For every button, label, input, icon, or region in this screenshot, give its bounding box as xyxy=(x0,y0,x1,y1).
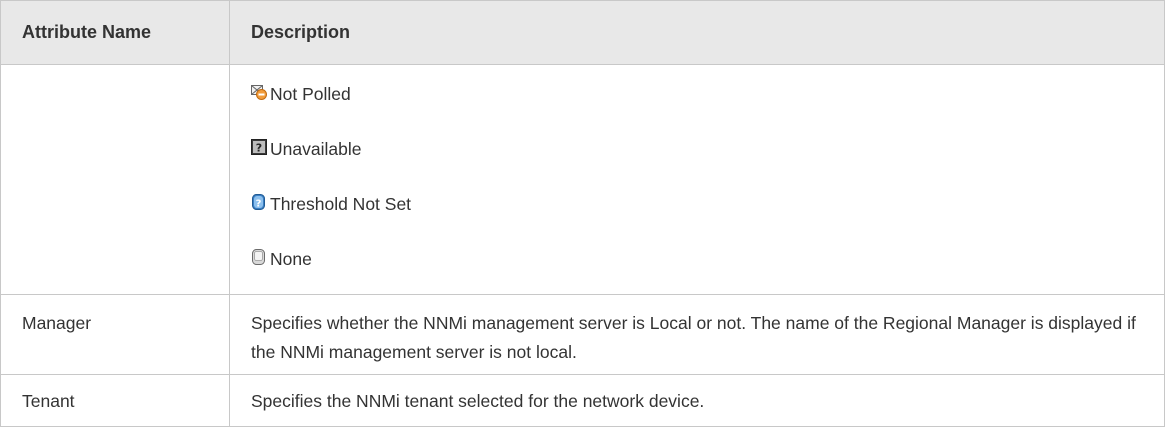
threshold-not-set-icon: ? xyxy=(251,193,267,210)
description-cell: Not Polled ? Unavailable ? Threshold Not… xyxy=(229,64,1165,295)
attributes-table: Attribute Name Description Not Polled ? … xyxy=(0,0,1165,427)
attribute-name-cell: Manager xyxy=(0,294,230,375)
svg-text:?: ? xyxy=(256,141,262,154)
description-cell: Specifies whether the NNMi management se… xyxy=(229,294,1165,375)
status-item-none: None xyxy=(251,245,1164,274)
column-header-description: Description xyxy=(229,0,1165,65)
table-header-row: Attribute Name Description xyxy=(0,0,1165,65)
status-item-label: None xyxy=(270,249,312,269)
attribute-name-cell xyxy=(0,64,230,295)
status-item-label: Unavailable xyxy=(270,139,362,159)
table-row: Not Polled ? Unavailable ? Threshold Not… xyxy=(0,64,1165,295)
svg-text:?: ? xyxy=(256,198,262,209)
unavailable-icon: ? xyxy=(251,138,267,155)
not-polled-icon xyxy=(251,84,267,100)
status-item-unavailable: ? Unavailable xyxy=(251,135,1164,164)
status-item-label: Not Polled xyxy=(270,84,351,104)
description-cell: Specifies the NNMi tenant selected for t… xyxy=(229,374,1165,427)
column-header-attribute-name: Attribute Name xyxy=(0,0,230,65)
status-item-threshold-not-set: ? Threshold Not Set xyxy=(251,190,1164,219)
none-icon xyxy=(251,248,267,265)
status-item-label: Threshold Not Set xyxy=(270,194,412,214)
table-row: Tenant Specifies the NNMi tenant selecte… xyxy=(0,374,1165,427)
table-row: Manager Specifies whether the NNMi manag… xyxy=(0,294,1165,375)
status-item-not-polled: Not Polled xyxy=(251,80,1164,109)
attribute-name-cell: Tenant xyxy=(0,374,230,427)
